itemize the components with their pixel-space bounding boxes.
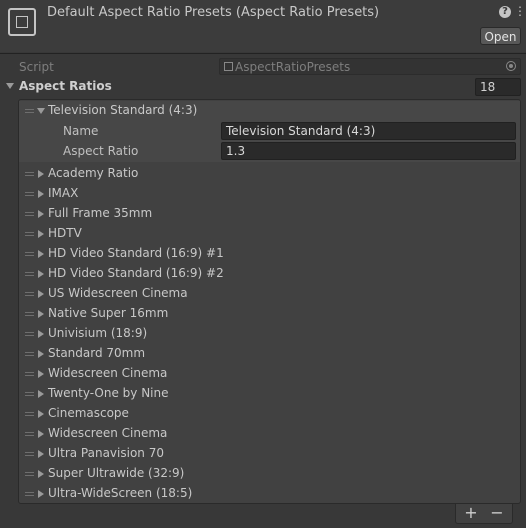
item-foldout-icon[interactable] <box>38 330 44 338</box>
aspect-ratios-foldout-icon[interactable] <box>6 83 14 89</box>
list-item[interactable]: Ultra Panavision 70 <box>19 444 520 464</box>
script-label: Script <box>19 60 54 74</box>
asset-icon <box>8 8 36 36</box>
item-label[interactable]: Native Super 16mm <box>48 306 168 320</box>
add-item-button[interactable]: + <box>462 504 480 524</box>
drag-handle-icon[interactable] <box>25 292 34 296</box>
list-item[interactable]: Super Ultrawide (32:9) <box>19 464 520 484</box>
drag-handle-icon[interactable] <box>25 432 34 436</box>
item-label[interactable]: Television Standard (4:3) <box>48 103 197 117</box>
list-item[interactable]: Cinemascope <box>19 404 520 424</box>
aspect-ratios-label[interactable]: Aspect Ratios <box>19 79 112 93</box>
item-foldout-icon[interactable] <box>38 470 44 478</box>
item-label[interactable]: Twenty-One by Nine <box>48 386 169 400</box>
open-button[interactable]: Open <box>480 27 521 45</box>
script-value: AspectRatioPresets <box>235 60 351 74</box>
aspect-ratio-label: Aspect Ratio <box>63 144 139 158</box>
item-label[interactable]: US Widescreen Cinema <box>48 286 188 300</box>
item-foldout-icon[interactable] <box>38 270 44 278</box>
drag-handle-icon[interactable] <box>25 352 34 356</box>
item-label[interactable]: Cinemascope <box>48 406 129 420</box>
item-foldout-icon[interactable] <box>37 108 45 114</box>
name-field[interactable]: Television Standard (4:3) <box>221 122 516 140</box>
drag-handle-icon[interactable] <box>25 192 34 196</box>
remove-item-button[interactable]: − <box>488 504 506 524</box>
help-icon[interactable]: ? <box>499 6 511 18</box>
drag-handle-icon[interactable] <box>25 332 34 336</box>
item-foldout-icon[interactable] <box>38 310 44 318</box>
list-item[interactable]: Ultra-WideScreen (18:5) <box>19 484 520 504</box>
item-foldout-icon[interactable] <box>38 390 44 398</box>
list-item[interactable]: Full Frame 35mm <box>19 204 520 224</box>
drag-handle-icon[interactable] <box>25 232 34 236</box>
item-label[interactable]: Super Ultrawide (32:9) <box>48 466 184 480</box>
item-label[interactable]: Widescreen Cinema <box>48 366 167 380</box>
drag-handle-icon[interactable] <box>25 252 34 256</box>
drag-handle-icon[interactable] <box>25 372 34 376</box>
item-label[interactable]: Univisium (18:9) <box>48 326 147 340</box>
list-item[interactable]: IMAX <box>19 184 520 204</box>
list-item[interactable]: HDTV <box>19 224 520 244</box>
item-label[interactable]: Ultra-WideScreen (18:5) <box>48 486 192 500</box>
list-item[interactable]: HD Video Standard (16:9) #2 <box>19 264 520 284</box>
context-menu-icon[interactable]: ⋮ <box>514 4 526 18</box>
script-field: AspectRatioPresets <box>219 58 521 75</box>
drag-handle-icon[interactable] <box>25 492 34 496</box>
header-separator <box>0 53 526 54</box>
drag-handle-icon[interactable] <box>25 452 34 456</box>
drag-handle-icon[interactable] <box>25 272 34 276</box>
drag-handle-icon[interactable] <box>25 312 34 316</box>
inspector-header: Default Aspect Ratio Presets (Aspect Rat… <box>0 0 526 52</box>
item-foldout-icon[interactable] <box>38 450 44 458</box>
list-item[interactable]: Widescreen Cinema <box>19 364 520 384</box>
item-foldout-icon[interactable] <box>38 370 44 378</box>
item-foldout-icon[interactable] <box>38 210 44 218</box>
item-foldout-icon[interactable] <box>38 290 44 298</box>
inspector-title: Default Aspect Ratio Presets (Aspect Rat… <box>47 5 380 20</box>
drag-handle-icon[interactable] <box>25 212 34 216</box>
drag-handle-icon[interactable] <box>25 109 34 113</box>
item-foldout-icon[interactable] <box>38 410 44 418</box>
item-label[interactable]: Academy Ratio <box>48 166 138 180</box>
item-label[interactable]: IMAX <box>48 186 78 200</box>
script-file-icon <box>224 62 233 71</box>
item-label[interactable]: HD Video Standard (16:9) #1 <box>48 246 224 260</box>
item-label[interactable]: Full Frame 35mm <box>48 206 152 220</box>
list-item[interactable]: Standard 70mm <box>19 344 520 364</box>
drag-handle-icon[interactable] <box>25 392 34 396</box>
list-footer: + − <box>455 504 513 524</box>
item-label[interactable]: Widescreen Cinema <box>48 426 167 440</box>
item-label[interactable]: Standard 70mm <box>48 346 145 360</box>
list-item[interactable]: Native Super 16mm <box>19 304 520 324</box>
item-foldout-icon[interactable] <box>38 430 44 438</box>
drag-handle-icon[interactable] <box>25 172 34 176</box>
object-picker-icon[interactable] <box>506 61 516 71</box>
item-label[interactable]: HDTV <box>48 226 82 240</box>
item-foldout-icon[interactable] <box>38 230 44 238</box>
item-label[interactable]: HD Video Standard (16:9) #2 <box>48 266 224 280</box>
item-foldout-icon[interactable] <box>38 190 44 198</box>
drag-handle-icon[interactable] <box>25 472 34 476</box>
name-label: Name <box>63 124 99 138</box>
list-item[interactable]: HD Video Standard (16:9) #1 <box>19 244 520 264</box>
list-item[interactable]: Twenty-One by Nine <box>19 384 520 404</box>
aspect-ratios-count-field[interactable]: 18 <box>475 78 521 96</box>
item-foldout-icon[interactable] <box>38 490 44 498</box>
item-foldout-icon[interactable] <box>38 350 44 358</box>
item-foldout-icon[interactable] <box>38 250 44 258</box>
list-item[interactable]: Univisium (18:9) <box>19 324 520 344</box>
list-item[interactable]: US Widescreen Cinema <box>19 284 520 304</box>
aspect-ratio-field[interactable]: 1.3 <box>221 142 516 160</box>
item-foldout-icon[interactable] <box>38 170 44 178</box>
item-label[interactable]: Ultra Panavision 70 <box>48 446 164 460</box>
list-item[interactable]: Widescreen Cinema <box>19 424 520 444</box>
drag-handle-icon[interactable] <box>25 412 34 416</box>
list-item[interactable]: Academy Ratio <box>19 164 520 184</box>
